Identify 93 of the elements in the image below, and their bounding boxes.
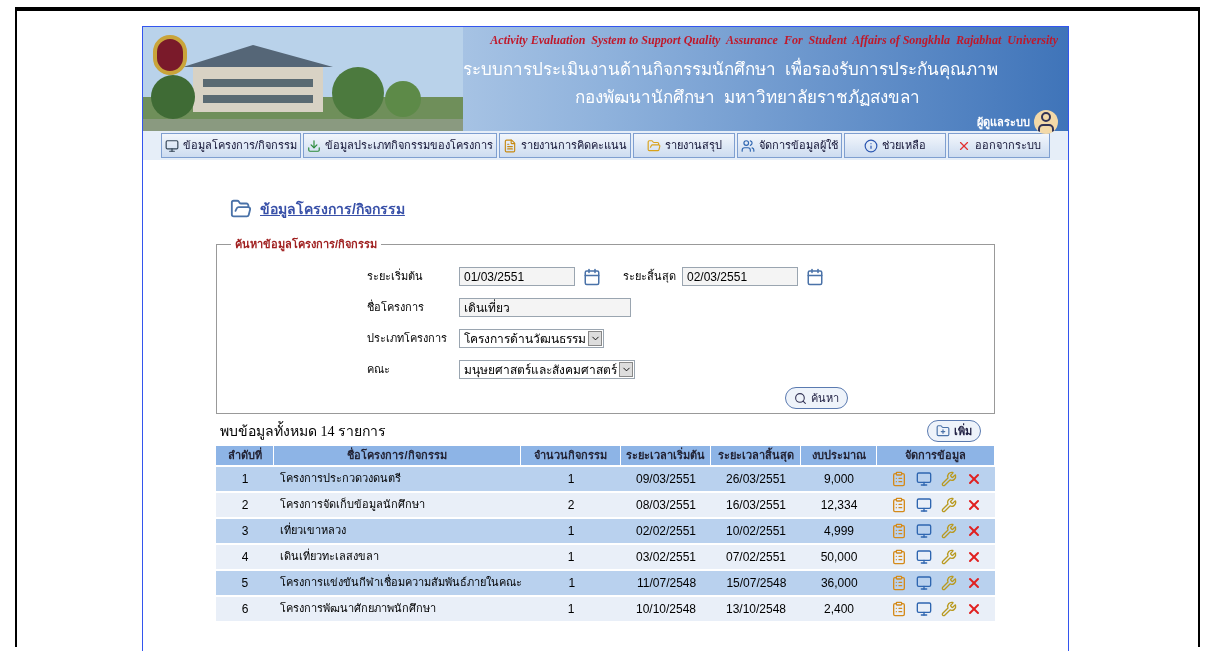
table-cell-text: 02/02/2551 <box>634 522 698 540</box>
table-cell-text: 2,400 <box>823 600 855 618</box>
table-cell-text: 6 <box>240 600 250 618</box>
table-cell-text: โครงการแข่งขันกีฬาเชื่อมความสัมพันธ์ภายในคณะ <box>278 574 522 591</box>
folder-icon <box>230 198 252 220</box>
table-cell-text: 10/02/2551 <box>724 522 788 540</box>
clipboard-icon[interactable] <box>890 522 907 539</box>
table-cell-text: 10/10/2548 <box>634 600 698 618</box>
english-title: Activity Evaluation System to Support Quality Assurance For Student Affairs of Songkhla Rajabhat University <box>490 32 1058 49</box>
field-label: ชื่อโครงการ <box>367 299 425 316</box>
table-cell-text: 50,000 <box>819 548 859 566</box>
table-cell-text: เดินเที่ยวทะเลสงขลา <box>279 548 380 565</box>
table-cell-text: 1 <box>567 574 577 592</box>
menu-button[interactable]: รายงานสรุป <box>633 133 736 158</box>
monitor-icon[interactable] <box>915 600 932 617</box>
column-header: ชื่อโครงการ/กิจกรรม <box>274 446 521 465</box>
column-header: จัดการข้อมูล <box>877 446 995 465</box>
tools-icon[interactable] <box>940 496 957 513</box>
field-label: ระยะเริ่มต้น <box>367 268 424 285</box>
table-cell-text: 15/07/2548 <box>725 574 788 592</box>
table-cell-text: 03/02/2551 <box>634 548 698 566</box>
menu-button[interactable]: ข้อมูลโครงการ/กิจกรรม <box>161 133 302 158</box>
user-icon <box>1034 110 1058 134</box>
column-header: ระยะเวลาเริ่มต้น <box>621 446 711 465</box>
column-header: งบประมาณ <box>801 446 877 465</box>
table-cell-text: 2 <box>566 496 576 514</box>
table-cell-text: 3 <box>240 522 250 540</box>
clipboard-icon[interactable] <box>890 600 907 617</box>
start-date-field[interactable]: 01/03/2551 <box>459 267 575 286</box>
column-header: จำนวนกิจกรรม <box>521 446 621 465</box>
monitor-icon[interactable] <box>915 522 932 539</box>
table-cell-text: 9,000 <box>823 470 855 488</box>
result-count: พบข้อมูลทั้งหมด 14 รายการ <box>220 420 386 442</box>
monitor-icon[interactable] <box>915 574 932 591</box>
table-cell-text: 2 <box>240 496 250 514</box>
table-cell-text: เที่ยวเขาหลวง <box>279 522 347 539</box>
menu-button[interactable]: จัดการข้อมูลผู้ใช้ <box>737 133 843 158</box>
add-folder-icon <box>936 424 950 438</box>
table-cell-text: 1 <box>240 470 250 488</box>
search-button[interactable]: ค้นหา <box>785 387 848 409</box>
table-cell-text: โครงการประกวดวงดนตรี <box>279 471 402 487</box>
table-cell-text: 1 <box>566 548 576 566</box>
add-button[interactable]: เพิ่ม <box>927 420 981 442</box>
search-icon <box>794 391 807 405</box>
column-header: ระยะเวลาสิ้นสุด <box>711 446 801 465</box>
tools-icon[interactable] <box>940 548 957 565</box>
table-cell-text: โครงการจัดเก็บข้อมูลนักศึกษา <box>279 496 426 513</box>
table-cell-text: 16/03/2551 <box>724 496 788 514</box>
clipboard-icon[interactable] <box>890 574 907 591</box>
tools-icon[interactable] <box>940 600 957 617</box>
menu-button[interactable]: ช่วยเหลือ <box>844 133 947 158</box>
table-cell-text: 1 <box>566 522 576 540</box>
table-cell-text: 26/03/2551 <box>724 470 788 488</box>
clipboard-icon[interactable] <box>890 496 907 513</box>
monitor-icon[interactable] <box>915 496 932 513</box>
table-cell-text: 08/03/2551 <box>634 496 698 514</box>
menu-button[interactable]: รายงานการคิดคะแนน <box>499 133 632 158</box>
user-role: ผู้ดูแลระบบ <box>977 114 1030 131</box>
field-label: คณะ <box>367 362 391 378</box>
tools-icon[interactable] <box>940 522 957 539</box>
tools-icon[interactable] <box>940 470 957 487</box>
calendar-icon[interactable] <box>806 267 824 286</box>
calendar-icon[interactable] <box>583 267 601 286</box>
table-cell-text: 36,000 <box>819 574 859 592</box>
menu-button[interactable]: ออกจากระบบ <box>948 133 1050 158</box>
department-title: กองพัฒนานักศึกษา มหาวิทยาลัยราชภัฏสงขลา <box>574 86 920 109</box>
end-date-field[interactable]: 02/03/2551 <box>682 267 798 286</box>
table-cell-text: 4 <box>240 548 250 566</box>
table-cell-text: 5 <box>240 574 250 592</box>
project-name-field[interactable]: เดินเที่ยว <box>459 298 631 317</box>
project-type-select[interactable]: โครงการด้านวัฒนธรรม <box>459 329 604 348</box>
menu-button[interactable]: ข้อมูลประเภทกิจกรรมของโครงการ <box>303 133 498 158</box>
search-legend: ค้นหาข้อมูลโครงการ/กิจกรรม <box>231 236 382 253</box>
page-title: ข้อมูลโครงการ/กิจกรรม <box>260 199 405 220</box>
table-cell-text: 4,999 <box>823 522 855 540</box>
table-cell-text: 11/07/2548 <box>636 574 698 592</box>
clipboard-icon[interactable] <box>890 548 907 565</box>
field-label: ระยะสิ้นสุด <box>623 268 676 285</box>
table-cell-text: 09/03/2551 <box>634 470 698 488</box>
monitor-icon[interactable] <box>915 470 932 487</box>
monitor-icon[interactable] <box>915 548 932 565</box>
table-cell-text: 12,334 <box>819 496 859 514</box>
table-cell-text: 07/02/2551 <box>724 548 788 566</box>
thai-title: ระบบการประเมินงานด้านกิจกรรมนักศึกษา เพื่อรองรับการประกันคุณภาพ <box>462 57 998 83</box>
field-label: ประเภทโครงการ <box>367 331 448 347</box>
clipboard-icon[interactable] <box>890 470 907 487</box>
table-cell-text: 13/10/2548 <box>724 600 788 618</box>
table-cell-text: 1 <box>566 600 576 618</box>
column-header: ลำดับที่ <box>216 446 274 465</box>
table-cell-text: โครงการพัฒนาศักยภาพนักศึกษา <box>279 601 437 617</box>
table-cell-text: 1 <box>566 470 576 488</box>
tools-icon[interactable] <box>940 574 957 591</box>
faculty-select[interactable]: มนุษยศาสตร์และสังคมศาสตร์ <box>459 360 635 379</box>
